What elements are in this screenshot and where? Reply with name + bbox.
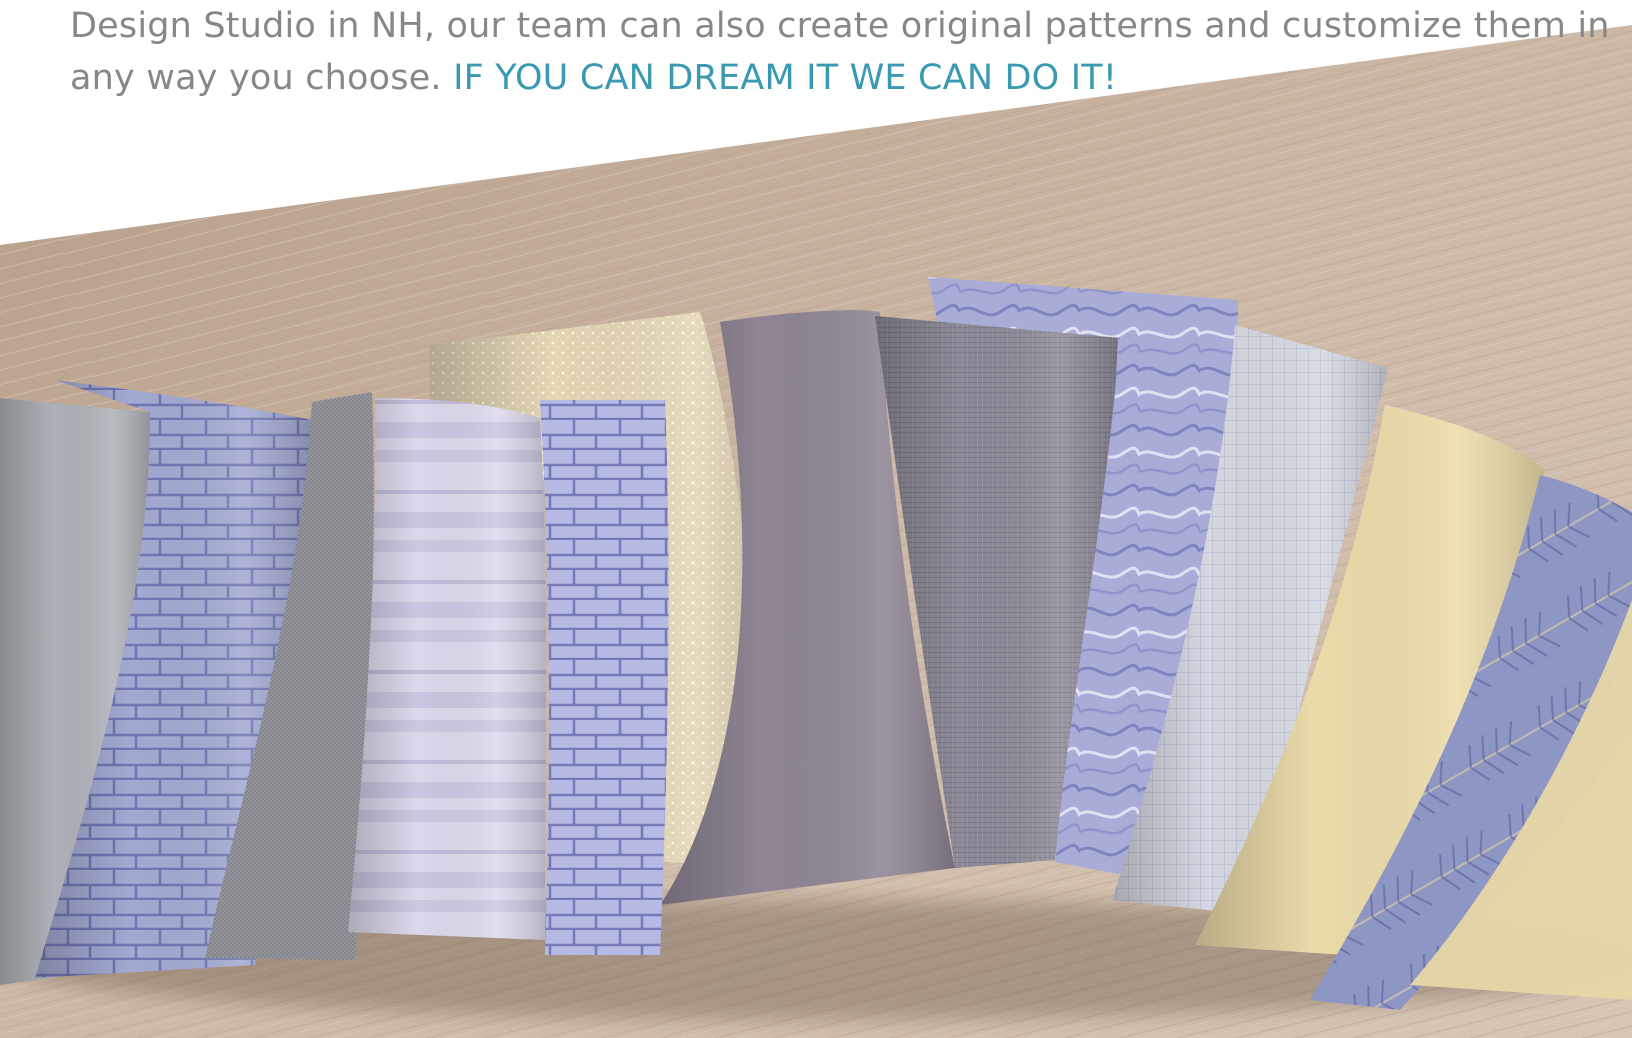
- product-photo: [0, 25, 1632, 1038]
- intro-line-2: any way you choose. IF YOU CAN DREAM IT …: [70, 52, 1570, 104]
- intro-line-2-text: any way you choose.: [70, 58, 454, 98]
- swatch-blue-stone: [540, 400, 669, 955]
- intro-paragraph: Design Studio in NH, our team can also c…: [70, 0, 1610, 104]
- intro-line-1: Design Studio in NH, our team can also c…: [70, 6, 1610, 46]
- tagline-accent: IF YOU CAN DREAM IT WE CAN DO IT!: [453, 58, 1118, 98]
- swatch-lavender-stripe: [348, 398, 547, 940]
